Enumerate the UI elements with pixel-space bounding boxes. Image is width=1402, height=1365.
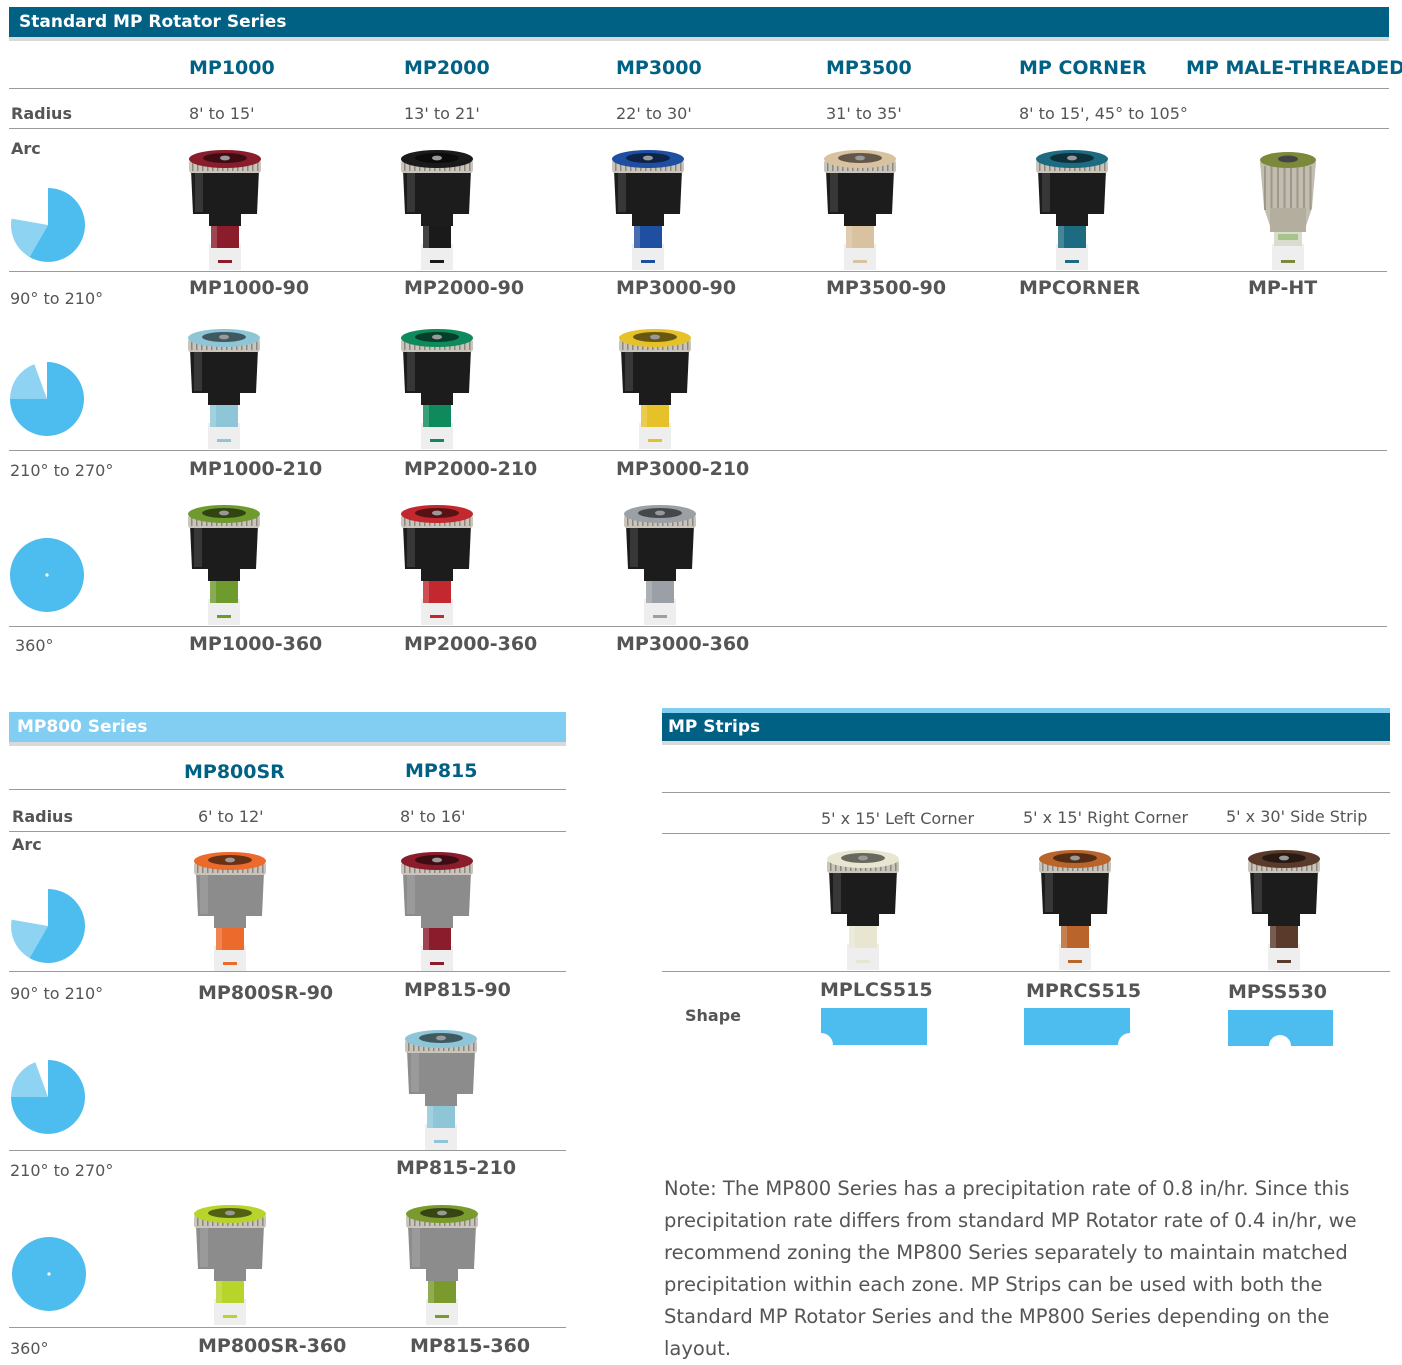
divider [9, 1327, 566, 1328]
divider [9, 626, 1387, 627]
model-label: MP2000-90 [404, 277, 525, 299]
arc-210-270-icon [11, 1060, 85, 1134]
radius-value: 13' to 21' [404, 104, 480, 123]
col-header-mp2000: MP2000 [404, 57, 490, 79]
model-label: MP3000-360 [616, 633, 750, 655]
nozzle-mp-ht-icon [1260, 152, 1316, 270]
left-corner-shape-icon [821, 1008, 927, 1045]
nozzle-mp800sr-360-icon [194, 1205, 266, 1325]
divider [9, 450, 1387, 451]
nozzle-mp2000-360-icon [401, 505, 473, 625]
model-label: MP1000-360 [189, 633, 323, 655]
strip-column-label: 5' x 15' Right Corner [1023, 808, 1189, 827]
model-label: MP2000-360 [404, 633, 538, 655]
divider [9, 128, 1389, 129]
col-header-mp815: MP815 [405, 760, 478, 782]
title-underline [9, 37, 1389, 41]
col-header-mp3000: MP3000 [616, 57, 702, 79]
nozzle-mp1000-210-icon [188, 329, 260, 449]
nozzle-mp815-360-icon [406, 1205, 478, 1325]
radius-value: 22' to 30' [616, 104, 692, 123]
radius-value: 31' to 35' [826, 104, 902, 123]
nozzle-mpcorner-icon [1036, 150, 1108, 270]
divider [9, 1150, 566, 1151]
strip-column-label: 5' x 15' Left Corner [821, 809, 975, 828]
nozzle-mp3000-90-icon [612, 150, 684, 270]
section-title-strips: MP Strips [662, 713, 1390, 741]
title-underline [662, 741, 1390, 745]
nozzle-mp815-210-icon [405, 1030, 477, 1150]
arc-90-210-icon [11, 889, 85, 963]
divider [662, 792, 1390, 793]
divider [662, 971, 1390, 972]
nozzle-mpss530-icon [1248, 850, 1320, 970]
model-label: MP800SR-90 [198, 982, 334, 1004]
section-title-mp800: MP800 Series [9, 712, 566, 742]
model-label: MPCORNER [1019, 277, 1141, 299]
model-label: MP-HT [1248, 277, 1318, 299]
nozzle-mplcs515-icon [827, 850, 899, 970]
arc-label: Arc [12, 835, 42, 854]
radius-value: 8' to 15' [189, 104, 255, 123]
model-label: MP2000-210 [404, 458, 538, 480]
model-label: MP3500-90 [826, 277, 947, 299]
nozzle-mp2000-90-icon [401, 150, 473, 270]
model-label: MP3000-210 [616, 458, 750, 480]
model-label: MP800SR-360 [198, 1335, 347, 1357]
model-label: MP815-90 [404, 979, 511, 1001]
section-title-standard: Standard MP Rotator Series [9, 7, 1389, 37]
radius-value: 8' to 15', 45° to 105° [1019, 104, 1188, 123]
nozzle-mp815-90-icon [401, 852, 473, 972]
model-label: MPLCS515 [820, 979, 933, 1001]
col-header-mp3500: MP3500 [826, 57, 912, 79]
shape-label: Shape [685, 1006, 742, 1025]
title-underline [9, 742, 566, 746]
col-header-mp-male-threaded: MP MALE-THREADED [1186, 57, 1402, 79]
divider [9, 789, 566, 790]
arc-210-270-icon [10, 362, 84, 436]
model-label: MP1000-90 [189, 277, 310, 299]
divider [662, 833, 1390, 834]
arc-range-label: 360° [15, 636, 54, 655]
model-label: MP815-360 [410, 1335, 531, 1357]
radius-value: 8' to 16' [400, 807, 466, 826]
arc-range-label: 210° to 270° [10, 1161, 114, 1180]
arc-range-label: 90° to 210° [10, 984, 104, 1003]
nozzle-mp3000-210-icon [619, 329, 691, 449]
nozzle-mp800sr-90-icon [194, 852, 266, 972]
model-label: MP1000-210 [189, 458, 323, 480]
nozzle-mp3000-360-icon [624, 505, 696, 625]
model-label: MP3000-90 [616, 277, 737, 299]
nozzle-mp2000-210-icon [401, 329, 473, 449]
arc-range-label: 90° to 210° [10, 289, 104, 308]
divider [9, 88, 1389, 89]
nozzle-mprcs515-icon [1039, 850, 1111, 970]
arc-360-icon [12, 1237, 86, 1311]
arc-360-icon [10, 538, 84, 612]
nozzle-mp3500-90-icon [824, 150, 896, 270]
arc-range-label: 210° to 270° [10, 461, 114, 480]
radius-label: Radius [12, 807, 73, 826]
radius-value: 6' to 12' [198, 807, 264, 826]
col-header-mp1000: MP1000 [189, 57, 275, 79]
model-label: MPRCS515 [1026, 980, 1142, 1002]
strip-column-label: 5' x 30' Side Strip [1226, 807, 1368, 826]
model-label: MP815-210 [396, 1157, 517, 1179]
precipitation-note: Note: The MP800 Series has a precipitati… [664, 1177, 1357, 1360]
nozzle-mp1000-90-icon [189, 150, 261, 270]
divider [9, 831, 566, 832]
right-corner-shape-icon [1024, 1008, 1130, 1045]
col-header-mp-corner: MP CORNER [1019, 57, 1147, 79]
arc-range-label: 360° [10, 1339, 49, 1358]
arc-label: Arc [11, 139, 41, 158]
radius-label: Radius [11, 104, 72, 123]
col-header-mp800sr: MP800SR [184, 761, 285, 783]
model-label: MPSS530 [1228, 981, 1328, 1003]
divider [9, 971, 566, 972]
divider [9, 271, 1387, 272]
nozzle-mp1000-360-icon [188, 505, 260, 625]
side-strip-shape-icon [1228, 1010, 1333, 1046]
arc-90-210-icon [11, 188, 85, 262]
